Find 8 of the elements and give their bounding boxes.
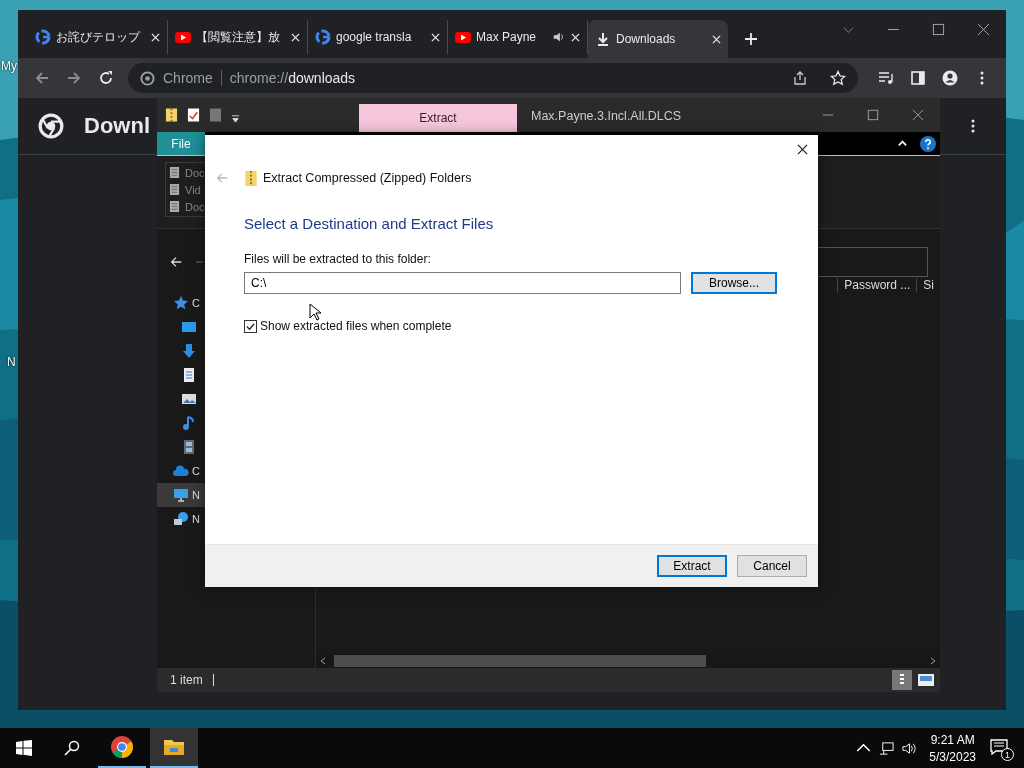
url-text: chrome://downloads: [229, 70, 356, 86]
dialog-title: Extract Compressed (Zipped) Folders: [263, 171, 472, 185]
page-title: Downl: [84, 113, 150, 139]
status-text: 1 item: [170, 673, 203, 687]
window-title: Max.Payne.3.Incl.All.DLCS: [531, 109, 682, 123]
dialog-heading: Select a Destination and Extract Files: [244, 215, 495, 232]
field-label: Files will be extracted to this folder:: [244, 252, 432, 266]
site-label: Chrome: [163, 70, 213, 86]
